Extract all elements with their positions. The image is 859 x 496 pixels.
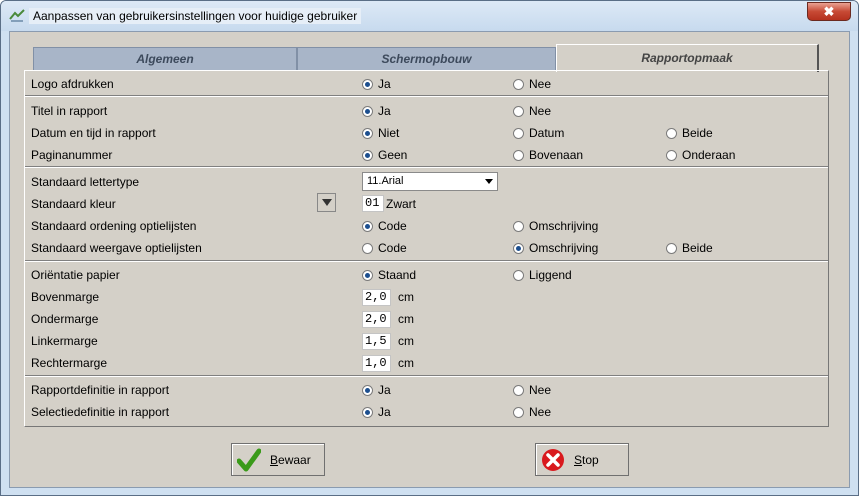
- linkermarge-field[interactable]: 1,5: [362, 333, 391, 350]
- radio-icon: [513, 270, 524, 281]
- radio-icon: [666, 243, 677, 254]
- label-orientatie: Oriëntatie papier: [31, 268, 120, 282]
- label-rapportdef: Rapportdefinitie in rapport: [31, 383, 170, 397]
- tab-algemeen[interactable]: Algemeen: [33, 47, 297, 70]
- separator: [25, 166, 828, 168]
- radio-selected-icon: [362, 270, 373, 281]
- radio-selected-icon: [362, 385, 373, 396]
- bovenmarge-unit: cm: [398, 290, 414, 304]
- radio-weergave-code[interactable]: Code: [362, 241, 407, 257]
- dialog-window: Aanpassen van gebruikersinstellingen voo…: [0, 0, 859, 496]
- radio-rapportdef-ja[interactable]: Ja: [362, 383, 391, 399]
- label-titel: Titel in rapport: [31, 104, 108, 118]
- color-dropdown-button[interactable]: [317, 193, 336, 212]
- bovenmarge-field[interactable]: 2,0: [362, 289, 391, 306]
- label-lettertype: Standaard lettertype: [31, 175, 140, 189]
- save-button-label: Bewaar: [270, 453, 311, 467]
- label-linkermarge: Linkermarge: [31, 334, 98, 348]
- label-weergave: Standaard weergave optielijsten: [31, 241, 202, 255]
- label-pagina: Paginanummer: [31, 148, 113, 162]
- title-bar[interactable]: Aanpassen van gebruikersinstellingen voo…: [1, 1, 858, 31]
- ondermarge-unit: cm: [398, 312, 414, 326]
- label-rechtermarge: Rechtermarge: [31, 356, 108, 370]
- radio-datum-niet[interactable]: Niet: [362, 126, 399, 142]
- stop-button-label: Stop: [574, 453, 599, 467]
- stop-button[interactable]: Stop: [535, 443, 629, 476]
- label-kleur: Standaard kleur: [31, 197, 116, 211]
- label-ordening: Standaard ordening optielijsten: [31, 219, 197, 233]
- chevron-down-icon: [485, 179, 493, 184]
- separator: [25, 375, 828, 377]
- tab-schermopbouw[interactable]: Schermopbouw: [297, 47, 556, 70]
- radio-icon: [513, 407, 524, 418]
- radio-icon: [513, 106, 524, 117]
- label-selectiedef: Selectiedefinitie in rapport: [31, 405, 170, 419]
- label-logo: Logo afdrukken: [31, 77, 114, 91]
- label-ondermarge: Ondermarge: [31, 312, 99, 326]
- radio-icon: [513, 221, 524, 232]
- radio-selected-icon: [362, 221, 373, 232]
- radio-icon: [513, 79, 524, 90]
- window-title: Aanpassen van gebruikersinstellingen voo…: [29, 8, 362, 24]
- radio-selected-icon: [362, 79, 373, 90]
- rechtermarge-unit: cm: [398, 356, 414, 370]
- radio-selectiedef-nee[interactable]: Nee: [513, 405, 551, 421]
- radio-datum-beide[interactable]: Beide: [666, 126, 713, 142]
- save-button[interactable]: Bewaar: [231, 443, 325, 476]
- app-icon: [9, 9, 25, 22]
- label-datum: Datum en tijd in rapport: [31, 126, 156, 140]
- radio-titel-nee[interactable]: Nee: [513, 104, 551, 120]
- radio-titel-ja[interactable]: Ja: [362, 104, 391, 120]
- radio-pagina-geen[interactable]: Geen: [362, 148, 407, 164]
- font-select-value: 11.Arial: [367, 175, 404, 187]
- tab-rapportopmaak[interactable]: Rapportopmaak: [556, 44, 819, 72]
- radio-ordening-code[interactable]: Code: [362, 219, 407, 235]
- radio-selected-icon: [362, 128, 373, 139]
- radio-selectiedef-ja[interactable]: Ja: [362, 405, 391, 421]
- separator: [25, 95, 828, 97]
- radio-icon: [513, 385, 524, 396]
- ondermarge-field[interactable]: 2,0: [362, 311, 391, 328]
- radio-icon: [362, 243, 373, 254]
- radio-logo-ja[interactable]: Ja: [362, 77, 391, 93]
- radio-datum-datum[interactable]: Datum: [513, 126, 564, 142]
- font-select[interactable]: 11.Arial: [362, 172, 498, 191]
- radio-selected-icon: [362, 407, 373, 418]
- radio-ordening-omschrijving[interactable]: Omschrijving: [513, 219, 598, 235]
- label-bovenmarge: Bovenmarge: [31, 290, 100, 304]
- separator: [25, 260, 828, 262]
- radio-icon: [666, 128, 677, 139]
- radio-icon: [666, 150, 677, 161]
- radio-icon: [513, 150, 524, 161]
- close-icon: ✖: [823, 4, 835, 19]
- radio-weergave-omschrijving[interactable]: Omschrijving: [513, 241, 598, 257]
- color-name: Zwart: [386, 197, 416, 211]
- radio-selected-icon: [362, 150, 373, 161]
- radio-selected-icon: [362, 106, 373, 117]
- radio-icon: [513, 128, 524, 139]
- radio-logo-nee[interactable]: Nee: [513, 77, 551, 93]
- radio-weergave-beide[interactable]: Beide: [666, 241, 713, 257]
- radio-orientatie-staand[interactable]: Staand: [362, 268, 416, 284]
- stop-icon: [542, 449, 564, 471]
- close-button[interactable]: ✖: [807, 2, 851, 21]
- dialog-client: Algemeen Schermopbouw Rapportopmaak Logo…: [9, 31, 850, 488]
- color-code-field[interactable]: 01: [362, 195, 384, 212]
- radio-pagina-onderaan[interactable]: Onderaan: [666, 148, 735, 164]
- checkmark-icon: [237, 448, 261, 472]
- radio-pagina-bovenaan[interactable]: Bovenaan: [513, 148, 583, 164]
- triangle-down-icon: [322, 199, 332, 206]
- linkermarge-unit: cm: [398, 334, 414, 348]
- radio-selected-icon: [513, 243, 524, 254]
- radio-orientatie-liggend[interactable]: Liggend: [513, 268, 572, 284]
- radio-rapportdef-nee[interactable]: Nee: [513, 383, 551, 399]
- rechtermarge-field[interactable]: 1,0: [362, 355, 391, 372]
